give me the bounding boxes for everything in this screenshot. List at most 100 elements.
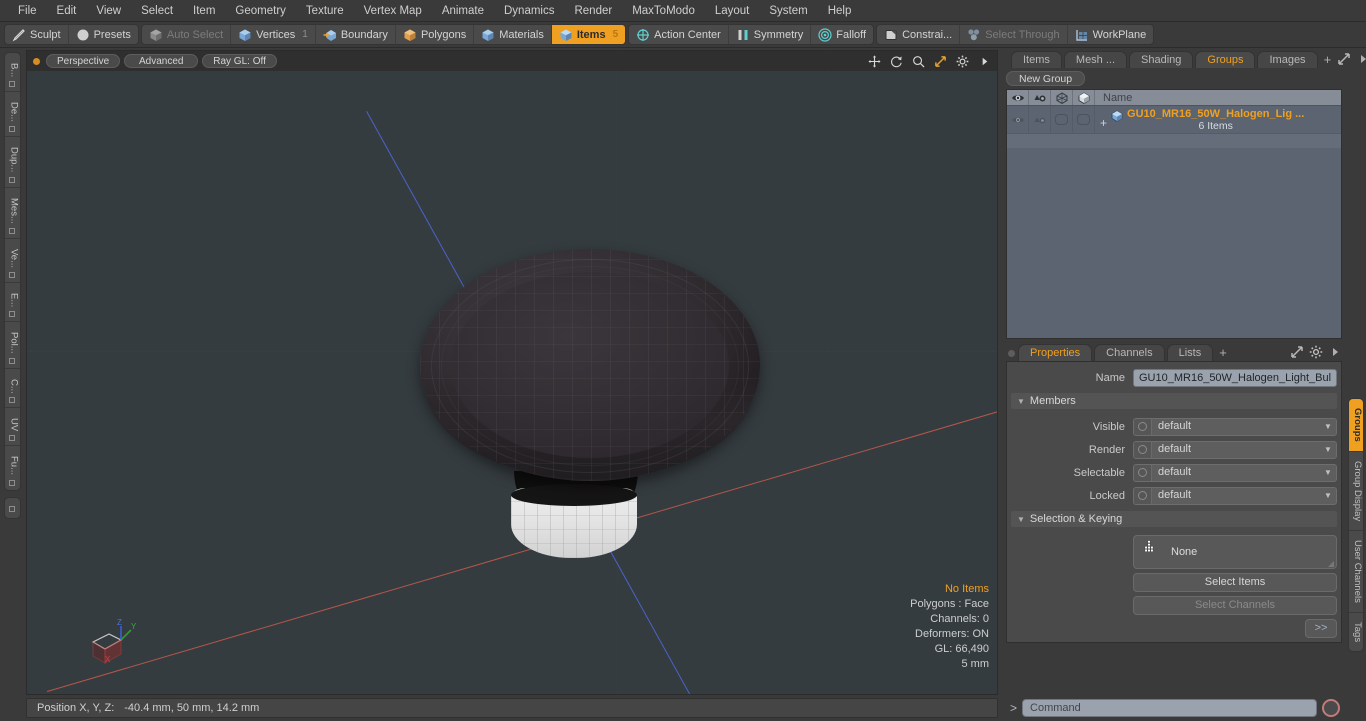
chevron-right-icon[interactable] xyxy=(978,55,991,68)
tab-channels[interactable]: Channels xyxy=(1094,344,1165,361)
left-tab-curve[interactable]: C... xyxy=(4,369,20,409)
properties-menu-dot[interactable] xyxy=(1008,350,1015,357)
expand-icon[interactable] xyxy=(1290,345,1304,359)
tab-lists[interactable]: Lists xyxy=(1166,344,1214,361)
right-tab-user-channels[interactable]: User Channels xyxy=(1349,531,1363,613)
menu-item-geometry[interactable]: Geometry xyxy=(225,2,296,20)
members-section-header[interactable]: ▼ Members xyxy=(1011,393,1338,409)
tab-properties[interactable]: Properties xyxy=(1018,344,1093,361)
left-tab-mesh[interactable]: Mes... xyxy=(4,188,20,239)
left-tab-extra[interactable] xyxy=(3,496,21,519)
left-tab-uv[interactable]: UV xyxy=(4,408,20,447)
viewport-3d[interactable]: Perspective Advanced Ray GL: Off No Item… xyxy=(26,50,998,695)
left-tab-vertex[interactable]: Ve... xyxy=(4,239,20,283)
name-input[interactable]: GU10_MR16_50W_Halogen_Light_Bul xyxy=(1133,368,1338,387)
record-icon[interactable] xyxy=(1322,699,1340,717)
viewport-raygl-button[interactable]: Ray GL: Off xyxy=(202,54,277,68)
row-shaded-toggle[interactable] xyxy=(1073,106,1095,133)
add-tab-button[interactable]: + xyxy=(1320,52,1338,68)
left-tab-fusion[interactable]: Fu... xyxy=(5,446,20,489)
fit-icon[interactable] xyxy=(934,55,947,68)
menu-item-render[interactable]: Render xyxy=(564,2,622,20)
right-tab-group-display[interactable]: Group Display xyxy=(1349,452,1363,531)
menu-item-dynamics[interactable]: Dynamics xyxy=(494,2,564,20)
expand-icon[interactable] xyxy=(1337,52,1351,66)
row-render-toggle[interactable] xyxy=(1029,106,1051,133)
toolbar-sculpt-button[interactable]: Sculpt xyxy=(5,25,69,44)
axis-gizmo[interactable]: Z Y X xyxy=(87,616,147,672)
right-tab-tags[interactable]: Tags xyxy=(1349,613,1363,651)
toolbar-materials-button[interactable]: Materials xyxy=(474,25,552,44)
selectable-knob[interactable] xyxy=(1134,464,1152,481)
visible-knob[interactable] xyxy=(1134,418,1152,435)
right-tab-groups[interactable]: Groups xyxy=(1349,399,1363,452)
column-wireframe-header[interactable] xyxy=(1051,90,1073,105)
toolbar-workplane-button[interactable]: WorkPlane xyxy=(1068,25,1154,44)
menu-item-item[interactable]: Item xyxy=(183,2,225,20)
select-channels-button[interactable]: Select Channels xyxy=(1133,596,1338,615)
rotate-icon[interactable] xyxy=(890,55,903,68)
toolbar-falloff-button[interactable]: Falloff xyxy=(811,25,873,44)
column-render-header[interactable] xyxy=(1029,90,1051,105)
tab-groups[interactable]: Groups xyxy=(1195,51,1256,68)
group-list[interactable]: Name + GU10_MR16_50W_Halogen_Lig ... 6 I… xyxy=(1006,89,1342,339)
toolbar-boundary-button[interactable]: Boundary xyxy=(316,25,396,44)
menu-item-maxtomodo[interactable]: MaxToModo xyxy=(622,2,705,20)
tab-images[interactable]: Images xyxy=(1257,51,1318,68)
toolbar-select-through-button[interactable]: Select Through xyxy=(960,25,1068,44)
select-items-button[interactable]: Select Items xyxy=(1133,573,1338,592)
menu-item-edit[interactable]: Edit xyxy=(47,2,87,20)
new-group-button[interactable]: New Group xyxy=(1006,71,1086,86)
chevron-right-icon[interactable] xyxy=(1356,52,1366,66)
toolbar-vertices-button[interactable]: Vertices 1 xyxy=(231,25,316,44)
render-knob[interactable] xyxy=(1134,441,1152,458)
zoom-icon[interactable] xyxy=(912,55,925,68)
toolbar-auto-select-button[interactable]: Auto Select xyxy=(142,25,232,44)
menu-item-file[interactable]: File xyxy=(8,2,47,20)
more-options-button[interactable]: >> xyxy=(1305,619,1338,638)
toolbar-symmetry-button[interactable]: Symmetry xyxy=(729,25,812,44)
menu-item-layout[interactable]: Layout xyxy=(705,2,760,20)
column-shaded-header[interactable] xyxy=(1073,90,1095,105)
viewport-projection-button[interactable]: Perspective xyxy=(46,54,121,68)
left-tab-basic[interactable]: B... xyxy=(4,53,20,93)
row-visible-toggle[interactable] xyxy=(1007,106,1029,133)
viewport-shading-button[interactable]: Advanced xyxy=(124,54,199,68)
menu-item-texture[interactable]: Texture xyxy=(296,2,354,20)
toolbar-presets-button[interactable]: Presets xyxy=(69,25,138,44)
tab-shading[interactable]: Shading xyxy=(1129,51,1194,68)
visible-dropdown[interactable]: default ▼ xyxy=(1133,417,1338,436)
render-dropdown[interactable]: default ▼ xyxy=(1133,440,1338,459)
menu-item-animate[interactable]: Animate xyxy=(432,2,494,20)
viewport-menu-dot[interactable] xyxy=(33,57,40,65)
selectable-dropdown[interactable]: default ▼ xyxy=(1133,463,1338,482)
gear-icon[interactable] xyxy=(1309,345,1323,359)
gear-icon[interactable] xyxy=(956,55,969,68)
command-input[interactable]: Command xyxy=(1022,699,1317,717)
keying-selector[interactable]: None xyxy=(1133,535,1338,569)
locked-knob[interactable] xyxy=(1134,487,1152,504)
toolbar-action-center-button[interactable]: Action Center xyxy=(629,25,729,44)
toolbar-polygons-button[interactable]: Polygons xyxy=(396,25,475,44)
left-tab-duplicate[interactable]: Dup... xyxy=(4,137,20,188)
menu-item-view[interactable]: View xyxy=(86,2,131,20)
left-tab-deform[interactable]: De... xyxy=(4,92,20,138)
move-icon[interactable] xyxy=(868,55,881,68)
column-visible-header[interactable] xyxy=(1007,90,1029,105)
menu-item-help[interactable]: Help xyxy=(818,2,862,20)
row-expander[interactable]: + xyxy=(1099,116,1110,130)
toolbar-constraint-button[interactable]: Constrai... xyxy=(877,25,961,44)
row-body[interactable]: + GU10_MR16_50W_Halogen_Lig ... 6 Items xyxy=(1095,108,1341,132)
tab-mesh[interactable]: Mesh ... xyxy=(1063,51,1128,68)
menu-item-vertex-map[interactable]: Vertex Map xyxy=(354,2,432,20)
selection-keying-section-header[interactable]: ▼ Selection & Keying xyxy=(1011,511,1338,527)
menu-item-select[interactable]: Select xyxy=(131,2,183,20)
add-properties-tab-button[interactable]: + xyxy=(1215,345,1233,361)
tab-items[interactable]: Items xyxy=(1011,51,1062,68)
table-row[interactable]: + GU10_MR16_50W_Halogen_Lig ... 6 Items xyxy=(1007,106,1341,134)
row-wireframe-toggle[interactable] xyxy=(1051,106,1073,133)
left-tab-edge[interactable]: E... xyxy=(4,283,20,322)
locked-dropdown[interactable]: default ▼ xyxy=(1133,486,1338,505)
menu-item-system[interactable]: System xyxy=(759,2,817,20)
toolbar-items-button[interactable]: Items 5 xyxy=(551,25,626,44)
